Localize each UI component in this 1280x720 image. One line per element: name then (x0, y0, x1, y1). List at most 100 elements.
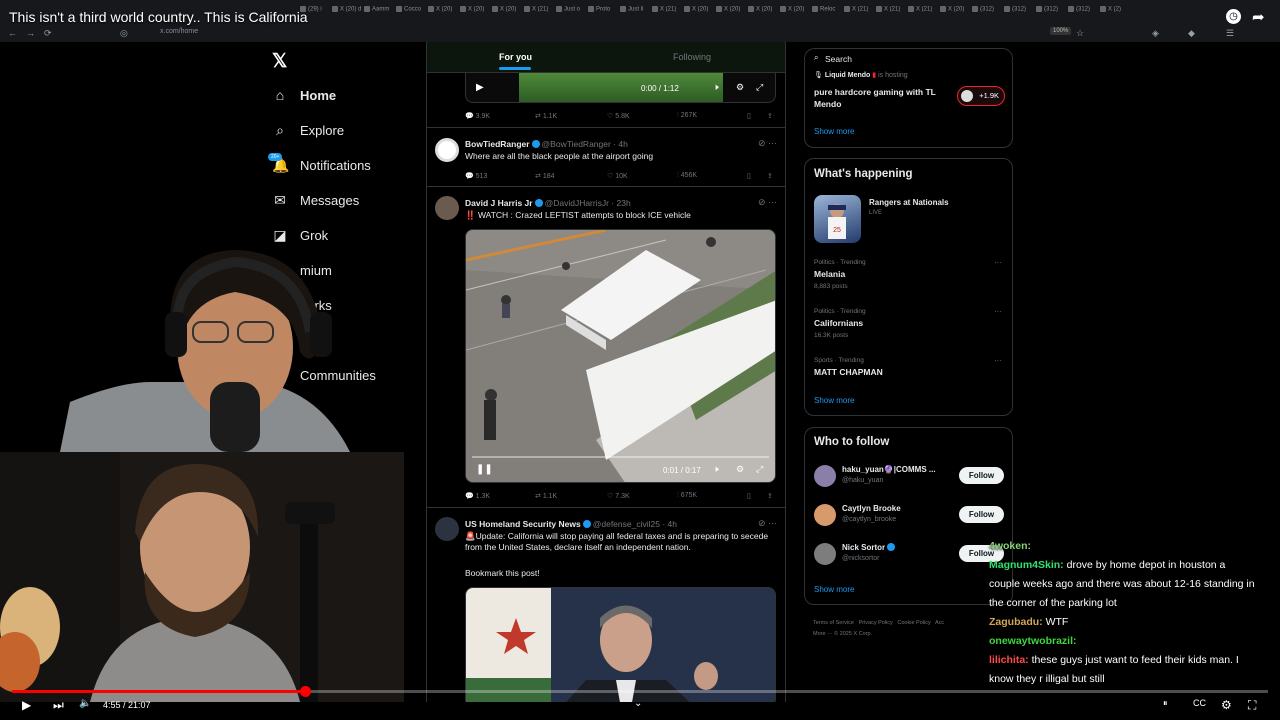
tweet[interactable]: BowTiedRanger @BowTiedRanger · 4h ⊘ ··· W… (427, 129, 785, 187)
avatar[interactable] (814, 465, 836, 487)
more-icon[interactable]: ··· (994, 356, 1002, 365)
follow-button[interactable]: Follow (959, 467, 1004, 484)
chat-username[interactable]: 4woken: (989, 540, 1031, 552)
browser-tab[interactable]: (312) (1004, 6, 1026, 18)
avatar[interactable] (435, 138, 459, 162)
follow-name[interactable]: Caytlyn Brooke (842, 504, 901, 513)
share-icon[interactable]: ⇪ (767, 112, 773, 120)
follow-button[interactable]: Follow (959, 506, 1004, 523)
bookmark-icon[interactable]: ▯ (747, 172, 751, 180)
browser-tab[interactable]: X (21) (524, 6, 548, 18)
browser-tab[interactable]: X (2) (1100, 6, 1121, 18)
pause-icon[interactable]: ❚❚ (476, 464, 493, 475)
reply-button[interactable]: 💬 3.9K (465, 112, 490, 120)
more-icon[interactable]: ··· (994, 307, 1002, 316)
footer-link[interactable]: Cookie Policy (897, 620, 930, 626)
bookmark-icon[interactable]: ▯ (747, 492, 751, 500)
video-player[interactable]: ❚❚ 0:01 / 0:17 🕨 ⚙ ⤢ (465, 229, 776, 483)
share-icon[interactable]: ➦ (1252, 8, 1265, 26)
footer-link[interactable]: Acc (935, 620, 944, 626)
browser-tab[interactable]: X (20) (748, 6, 772, 18)
extension-icon[interactable]: ◈ (1152, 28, 1159, 39)
browser-tab[interactable]: X (20) (428, 6, 452, 18)
play-button[interactable]: ▶ (22, 698, 31, 712)
share-icon[interactable]: ⇪ (767, 172, 773, 180)
reply-button[interactable]: 💬 1.3K (465, 492, 490, 500)
browser-tab[interactable]: Proto (588, 6, 610, 18)
browser-tab[interactable]: (312) (1036, 6, 1058, 18)
retweet-button[interactable]: ⇄ 184 (535, 172, 555, 180)
forward-icon[interactable]: → (26, 28, 35, 38)
fullscreen-icon[interactable]: ⛶ (1248, 698, 1256, 713)
reply-button[interactable]: 💬 513 (465, 172, 487, 180)
browser-tab[interactable]: Just o (556, 6, 580, 18)
event-title[interactable]: Rangers at Nationals (869, 198, 949, 207)
back-icon[interactable]: ← (8, 28, 17, 38)
follow-name[interactable]: haku_yuan🔮|COMMS ... (842, 465, 936, 474)
url-bar[interactable]: ← → ⟳ ◎ x.com/home 100% ☆ ◈ ◆ ☰ (0, 24, 1280, 40)
views-count[interactable]: ⫶ 675K (677, 492, 697, 500)
browser-tab[interactable]: X (21) (652, 6, 676, 18)
avatar[interactable] (435, 517, 459, 541)
show-more-link[interactable]: Show more (814, 396, 854, 405)
nav-item-messages[interactable]: ✉ Messages (272, 188, 359, 212)
captions-icon[interactable]: CC (1193, 698, 1206, 708)
browser-tab[interactable]: Cocco (396, 6, 421, 18)
more-icon[interactable]: ··· (994, 258, 1002, 267)
watch-later-icon[interactable]: ◷ (1226, 9, 1241, 24)
video-progress[interactable] (472, 456, 769, 458)
tweet[interactable]: US Homeland Security News @defense_civil2… (427, 509, 785, 702)
browser-tab[interactable]: X (21) (908, 6, 932, 18)
fullscreen-icon[interactable]: ⤢ (756, 82, 763, 93)
tab-for-you[interactable]: For you (499, 52, 532, 70)
browser-tab[interactable]: X (21) (844, 6, 868, 18)
scrubber-handle[interactable] (299, 686, 311, 697)
autoplay-toggle[interactable]: ⏸ (1163, 698, 1168, 709)
chat-username[interactable]: Magnum4Skin: (989, 559, 1064, 571)
retweet-button[interactable]: ⇄ 1.1K (535, 492, 557, 500)
avatar[interactable] (814, 504, 836, 526)
url-text[interactable]: x.com/home (160, 28, 198, 35)
reload-icon[interactable]: ⟳ (44, 28, 52, 39)
browser-tab[interactable]: X (20) (684, 6, 708, 18)
show-more-link[interactable]: Show more (814, 585, 854, 594)
footer-link[interactable]: Privacy Policy (859, 620, 893, 626)
tweet-author[interactable]: BowTiedRanger @BowTiedRanger · 4h (465, 139, 628, 149)
chat-username[interactable]: Zagubadu: (989, 616, 1043, 628)
follow-suggestion[interactable]: Caytlyn Brooke @caytlyn_brooke Follow (814, 502, 1004, 528)
browser-tab[interactable]: X (20) d (332, 6, 361, 18)
extension-icon[interactable]: ◆ (1188, 28, 1195, 39)
like-button[interactable]: ♡ 10K (607, 172, 628, 180)
nav-item-notifications[interactable]: 🔔 Notifications (272, 153, 371, 177)
settings-icon[interactable]: ⚙ (1221, 698, 1232, 712)
chat-username[interactable]: lilichita: (989, 654, 1029, 666)
show-more-link[interactable]: Show more (814, 127, 854, 136)
x-logo-icon[interactable]: 𝕏 (272, 50, 287, 73)
like-button[interactable]: ♡ 5.8K (607, 112, 630, 120)
more-icon[interactable]: ⊘ ··· (758, 518, 777, 529)
more-icon[interactable]: ⊘ ··· (758, 138, 777, 149)
video-player[interactable]: ▶ 0:00 / 1:12 🕨 ⚙ ⤢ (465, 73, 776, 103)
like-button[interactable]: ♡ 7.3K (607, 492, 630, 500)
browser-tab[interactable]: (312) (1068, 6, 1090, 18)
more-icon[interactable]: ⊘ ··· (758, 197, 777, 208)
views-count[interactable]: ⫶ 267K (677, 112, 697, 120)
avatar[interactable] (435, 196, 459, 220)
menu-icon[interactable]: ☰ (1226, 28, 1234, 39)
bookmark-icon[interactable]: ▯ (747, 112, 751, 120)
browser-tab[interactable]: Reloc (812, 6, 835, 18)
tweet[interactable]: ▶ 0:00 / 1:12 🕨 ⚙ ⤢ 💬 3.9K ⇄ 1.1K ♡ 5.8K… (427, 73, 785, 128)
chat-username[interactable]: onewaytwobrazil: (989, 635, 1077, 647)
settings-icon[interactable]: ⚙ (736, 464, 744, 475)
browser-tab[interactable]: Aamm (364, 6, 389, 18)
avatar[interactable] (814, 543, 836, 565)
follow-suggestion[interactable]: haku_yuan🔮|COMMS ... @haku_yuan Follow (814, 463, 1004, 489)
tweet-author[interactable]: David J Harris Jr @DavidJHarrisJr · 23h (465, 198, 631, 208)
nav-item-home[interactable]: ⌂ Home (272, 83, 336, 107)
browser-tab[interactable]: X (20) (492, 6, 516, 18)
trend-name[interactable]: MATT CHAPMAN (814, 367, 883, 377)
chevron-down-icon[interactable]: ⌄ (634, 698, 642, 709)
footer-link[interactable]: More ··· (813, 631, 833, 637)
tab-following[interactable]: Following (673, 52, 711, 62)
browser-tab[interactable]: X (20) (716, 6, 740, 18)
